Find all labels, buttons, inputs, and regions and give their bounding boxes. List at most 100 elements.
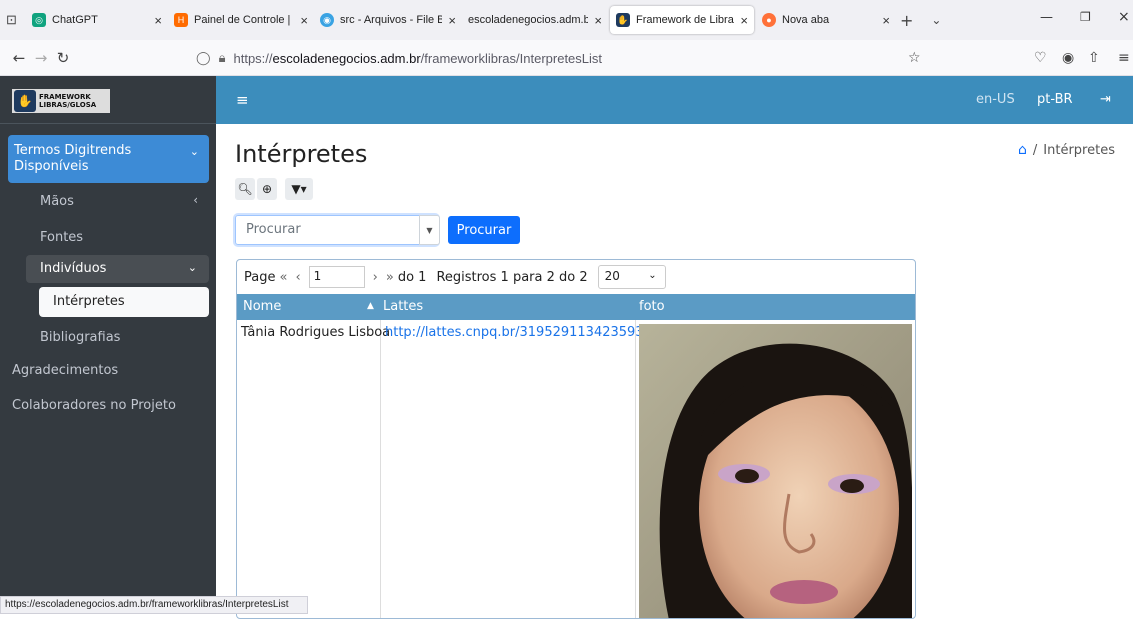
logo-image: ✋ FRAMEWORK LIBRAS/GLOSA [12, 89, 110, 113]
cell-lattes-link[interactable]: http://lattes.cnpq.br/3195291134235934 [385, 325, 652, 340]
sidebar-item-termos[interactable]: Termos Digitrends Disponíveis ⌄ [8, 135, 209, 183]
tab-label: ChatGPT [52, 14, 98, 26]
sidebar-item-label: Indivíduos [40, 261, 107, 276]
interpreter-photo [639, 324, 912, 618]
status-bar-url: https://escoladenegocios.adm.br/framewor… [0, 596, 308, 614]
minimize-icon[interactable]: — [1040, 10, 1053, 25]
tab-label: Nova aba [782, 14, 830, 26]
sidebar-item-label: Mãos [40, 194, 74, 209]
forward-icon[interactable]: → [30, 49, 52, 67]
page-label: Page [244, 269, 276, 285]
reload-icon[interactable]: ↻ [52, 49, 74, 67]
new-tab-icon[interactable]: + [900, 11, 913, 30]
top-navbar: ≡ en-US pt-BR ⇥ [216, 76, 1133, 124]
file-browser-icon: ◉ [320, 13, 334, 27]
sort-asc-icon: ▲ [367, 301, 374, 311]
framework-icon: ✋ [616, 13, 630, 27]
breadcrumb-current: Intérpretes [1043, 142, 1115, 158]
url-field[interactable]: ◯ 🔒︎ https://escoladenegocios.adm.br/fra… [196, 44, 934, 72]
hand-icon: ✋ [14, 90, 36, 112]
close-icon[interactable]: × [448, 13, 456, 28]
main-content: Intérpretes ⌂ / Intérpretes 🔍︎ ⊕ ▼▾ Proc… [216, 124, 1133, 619]
close-icon[interactable]: × [882, 13, 890, 28]
first-page-icon[interactable]: « [279, 270, 287, 285]
tab-list-icon[interactable]: ⌄ [931, 13, 941, 27]
column-header-nome[interactable]: Nome [243, 299, 281, 314]
lang-en-link[interactable]: en-US [976, 92, 1015, 107]
sidebar-item-label: Termos Digitrends Disponíveis [14, 143, 132, 174]
tab-label: escoladenegocios.adm.br/ [468, 14, 589, 26]
next-page-icon[interactable]: › [373, 270, 378, 285]
search-input[interactable]: Procurar [235, 215, 438, 245]
lang-pt-link[interactable]: pt-BR [1037, 92, 1073, 107]
url-prefix: https:// [233, 50, 273, 66]
filter-icon[interactable]: ▼▾ [285, 178, 313, 200]
page-count: do 1 [397, 269, 427, 285]
column-header-foto[interactable]: foto [639, 299, 665, 314]
browser-tab-chatgpt[interactable]: ◎ ChatGPT × [26, 6, 168, 34]
restore-icon[interactable]: ❐ [1080, 10, 1091, 24]
chevron-down-icon: ⌄ [187, 261, 197, 274]
url-host: escoladenegocios.adm.br [272, 50, 421, 66]
sidebar-item-fontes[interactable]: Fontes [40, 230, 83, 245]
panel-icon: H [174, 13, 188, 27]
close-icon[interactable]: × [740, 13, 748, 28]
toolbar: 🔍︎ ⊕ ▼▾ [235, 178, 315, 200]
logo-text-1: FRAMEWORK [39, 93, 91, 101]
sidebar-item-bibliografias[interactable]: Bibliografias [40, 330, 120, 345]
browser-tab-escola[interactable]: escoladenegocios.adm.br/ × [462, 6, 608, 34]
sidebar-item-label: Colaboradores no Projeto [12, 398, 176, 413]
browser-tab-framework[interactable]: ✋ Framework de Libras/C × [610, 6, 754, 34]
brand-logo[interactable]: ✋ FRAMEWORK LIBRAS/GLOSA [0, 76, 216, 124]
logo-text-2: LIBRAS/GLOSA [39, 101, 97, 109]
back-icon[interactable]: ← [8, 49, 30, 67]
sidebar-item-colaboradores[interactable]: Colaboradores no Projeto [12, 398, 176, 413]
search-button[interactable]: Procurar [448, 216, 520, 244]
window-close-icon[interactable]: × [1118, 9, 1130, 25]
browser-tab-src[interactable]: ◉ src - Arquivos - File Br × [314, 6, 462, 34]
column-divider [380, 320, 381, 618]
shield-icon: ◯ [196, 50, 211, 65]
chevron-down-icon: ⌄ [648, 270, 657, 281]
page-size-value: 20 [604, 269, 620, 283]
address-bar: ← → ↻ ◯ 🔒︎ https://escoladenegocios.adm.… [0, 40, 1133, 76]
browser-tab-bar: ⊡ ◎ ChatGPT × H Painel de Controle | H ×… [0, 0, 1133, 40]
sidebar-item-label: Bibliografias [40, 330, 121, 345]
bookmark-star-icon[interactable]: ☆ [908, 50, 921, 66]
pocket-icon[interactable]: ♡ [1034, 50, 1047, 66]
prev-page-icon[interactable]: ‹ [295, 270, 300, 285]
extensions-icon[interactable]: ⇧ [1088, 50, 1100, 66]
hamburger-menu-icon[interactable]: ≡ [236, 91, 249, 109]
column-header-lattes[interactable]: Lattes [383, 299, 423, 314]
sidebar-item-maos[interactable]: Mãos ‹ [40, 193, 210, 209]
column-divider [635, 320, 636, 618]
close-icon[interactable]: × [154, 13, 162, 28]
search-dropdown-button[interactable]: ▼ [419, 215, 440, 245]
tab-overview-button[interactable]: ⊡ [0, 6, 26, 34]
page-number-input[interactable]: 1 [308, 266, 365, 288]
sidebar-item-agradecimentos[interactable]: Agradecimentos [12, 363, 118, 378]
data-grid: Page « ‹ 1 › » do 1 Registros 1 para 2 d… [236, 259, 916, 619]
chatgpt-icon: ◎ [32, 13, 46, 27]
menu-icon[interactable]: ≡ [1118, 50, 1130, 66]
account-icon[interactable]: ◉ [1062, 50, 1074, 66]
tab-label: src - Arquivos - File Br [340, 14, 443, 26]
search-icon[interactable]: 🔍︎ [235, 178, 255, 200]
chevron-down-icon: ⌄ [189, 145, 199, 158]
records-info: Registros 1 para 2 do 2 [436, 269, 588, 285]
firefox-icon: ● [762, 13, 776, 27]
last-page-icon[interactable]: » [386, 270, 394, 285]
tab-label: Painel de Controle | H [194, 14, 295, 26]
url-path: /frameworklibras/InterpretesList [420, 50, 603, 66]
close-icon[interactable]: × [300, 13, 308, 28]
page-size-select[interactable]: 20 ⌄ [597, 265, 666, 289]
home-icon[interactable]: ⌂ [1018, 142, 1027, 158]
browser-tab-nova-aba[interactable]: ● Nova aba × [756, 6, 896, 34]
close-icon[interactable]: × [594, 13, 602, 28]
zoom-search-icon[interactable]: ⊕ [257, 178, 277, 200]
sidebar: ✋ FRAMEWORK LIBRAS/GLOSA Termos Digitren… [0, 76, 216, 614]
sidebar-item-individuos[interactable]: Indivíduos ⌄ [26, 255, 209, 283]
sidebar-item-interpretes[interactable]: Intérpretes [39, 287, 209, 317]
logout-icon[interactable]: ⇥ [1100, 92, 1111, 107]
browser-tab-painel[interactable]: H Painel de Controle | H × [168, 6, 314, 34]
